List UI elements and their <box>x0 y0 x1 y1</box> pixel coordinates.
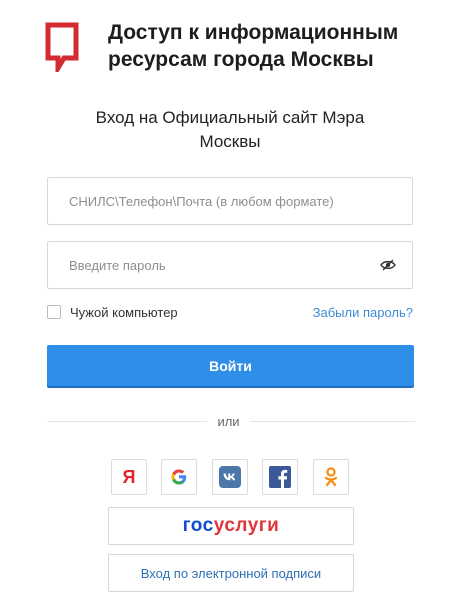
foreign-computer-checkbox[interactable] <box>47 305 61 319</box>
electronic-signature-label: Вход по электронной подписи <box>140 565 322 581</box>
divider-text: или <box>207 414 250 429</box>
yandex-icon: Я <box>122 466 136 487</box>
vk-login-button[interactable] <box>212 459 248 495</box>
eye-icon[interactable] <box>380 259 396 271</box>
subtitle-line1: Вход на Официальный сайт Мэра <box>95 108 365 127</box>
remember-row: Чужой компьютер Забыли пароль? <box>47 304 417 322</box>
brand-title: Доступ к информационным ресурсам города … <box>108 19 448 73</box>
login-input[interactable] <box>48 178 369 224</box>
odnoklassniki-login-button[interactable] <box>313 459 349 495</box>
gosuslugi-login-button[interactable]: гос услуги <box>108 507 354 545</box>
brand-title-line2: ресурсам города Москвы <box>108 48 374 71</box>
speech-bubble-logo-icon <box>45 22 79 72</box>
gosuslugi-logo-part1: гос <box>182 515 214 536</box>
electronic-signature-button[interactable]: Вход по электронной подписи <box>108 554 354 592</box>
google-login-button[interactable] <box>161 459 197 495</box>
facebook-icon <box>269 466 291 488</box>
login-button[interactable]: Войти <box>47 345 414 386</box>
forgot-password-link[interactable]: Забыли пароль? <box>313 305 413 320</box>
password-field-container <box>47 241 413 289</box>
facebook-login-button[interactable] <box>262 459 298 495</box>
divider-label: или <box>0 414 457 429</box>
login-field-container <box>47 177 413 225</box>
odnoklassniki-icon <box>324 467 338 487</box>
page-subtitle: Вход на Официальный сайт Мэра Москвы <box>40 106 420 154</box>
google-icon <box>171 469 187 485</box>
yandex-login-button[interactable]: Я <box>111 459 147 495</box>
subtitle-line2: Москвы <box>199 132 261 151</box>
brand-title-line1: Доступ к информационным <box>108 21 399 44</box>
gosuslugi-logo-part2: услуги <box>213 515 280 536</box>
vk-icon <box>219 466 241 488</box>
password-input[interactable] <box>48 242 369 288</box>
foreign-computer-label[interactable]: Чужой компьютер <box>70 305 178 320</box>
